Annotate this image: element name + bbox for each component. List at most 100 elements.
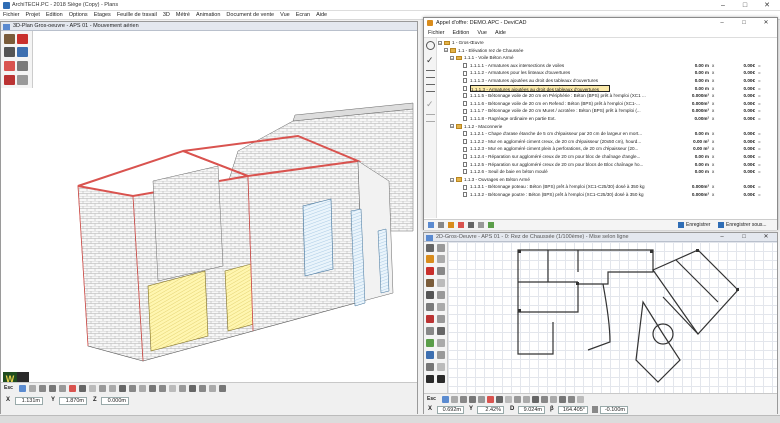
toolbar-2d-zoom-out-icon[interactable] [505, 396, 512, 403]
toolbar-top-icon[interactable] [139, 385, 146, 392]
toolbar-rotate-icon[interactable] [39, 385, 46, 392]
tree-row[interactable]: 1.1.2.5 - Réparation sur aggloméré creux… [437, 161, 777, 169]
stair-tool-icon[interactable] [426, 279, 434, 287]
nav-first-icon[interactable] [428, 222, 434, 228]
view-2d-maximize-icon[interactable]: □ [733, 233, 755, 242]
y-coordinate-field[interactable]: 1.870m [59, 397, 87, 405]
toolbar-pan-icon[interactable] [59, 385, 66, 392]
deviscad-menu-edition[interactable]: Edition [449, 29, 474, 38]
tree-row[interactable]: −1.1.1 - Voile Béton Armé [437, 54, 777, 62]
nav-next-icon[interactable] [468, 222, 474, 228]
distance-field-2d[interactable]: 9.024m [518, 406, 545, 414]
menu-metre[interactable]: Métré [173, 11, 193, 20]
deviscad-maximize-icon[interactable]: □ [733, 18, 755, 29]
text-a-tool-icon[interactable] [426, 363, 434, 371]
z-coordinate-field[interactable]: 0.000m [101, 397, 129, 405]
tree-row[interactable]: 1.1.2.6 - Seuil de baie en béton moulé 0.… [437, 168, 777, 176]
toolbar-select-icon[interactable] [19, 385, 26, 392]
refresh-icon[interactable] [426, 41, 435, 50]
text-tool-icon[interactable] [426, 327, 434, 335]
tree-row[interactable]: 1.1.2.2 - Mur en aggloméré ciment creux,… [437, 138, 777, 146]
toolbar-2d-select-icon[interactable] [442, 396, 449, 403]
menu-projet[interactable]: Projet [23, 11, 43, 20]
tree-row[interactable]: 1.1.2.4 - Réparation sur aggloméré creux… [437, 153, 777, 161]
toolbar-move-icon[interactable] [29, 385, 36, 392]
toolbar-2d-delete-icon[interactable] [487, 396, 494, 403]
menu-fichier[interactable]: Fichier [0, 11, 23, 20]
tree-row[interactable]: 1.1.2.1 - Chape d'arase étanche de 5 cm … [437, 130, 777, 138]
menu-options[interactable]: Options [66, 11, 91, 20]
deviscad-close-icon[interactable]: ✕ [755, 18, 777, 29]
label-tool-icon[interactable] [437, 327, 445, 335]
section-tool-icon[interactable] [17, 75, 28, 85]
tree-row[interactable]: 1.1.1.2 - Armatures pour les linteaux d'… [437, 69, 777, 77]
toolbar-2d-move-icon[interactable] [460, 396, 467, 403]
minimize-icon[interactable]: – [712, 0, 734, 11]
check-icon[interactable]: ✓ [426, 56, 435, 65]
toolbar-render-icon[interactable] [69, 385, 76, 392]
view-2d-plan-canvas[interactable] [448, 242, 777, 393]
tree-row[interactable]: 1.1.1.5 - Bétonnage voile de 20 cm en Pé… [437, 92, 777, 100]
tree-row[interactable]: −1.1 - Elévation rez de Chaussée [437, 47, 777, 55]
person-tool-icon[interactable] [4, 61, 15, 71]
menu-vue[interactable]: Vue [277, 11, 293, 20]
toolbar-side-icon[interactable] [129, 385, 136, 392]
menu-edition[interactable]: Edition [43, 11, 66, 20]
pointer-tool-icon[interactable] [426, 244, 434, 252]
tree-row[interactable]: −1.1.2 - Maconnerie [437, 123, 777, 131]
toolbar-2d-rotate-icon[interactable] [469, 396, 476, 403]
save-as-button[interactable]: Enregistrer sous... [726, 221, 767, 229]
furniture-tool-icon[interactable] [437, 315, 445, 323]
pencil-tool-icon[interactable] [17, 34, 28, 44]
orbit-tool-icon[interactable] [17, 61, 28, 71]
door-tool-icon[interactable] [426, 267, 434, 275]
symbol-tool-icon[interactable] [426, 315, 434, 323]
window-tool-icon[interactable] [437, 267, 445, 275]
deviscad-menu-fichier[interactable]: Fichier [424, 29, 449, 38]
column-tool-icon[interactable] [437, 279, 445, 287]
tree-row[interactable]: 1.1.1.3 - Armatures ajoutées au droit de… [437, 77, 777, 85]
nav-last-icon[interactable] [478, 222, 484, 228]
rect-tool-icon[interactable] [437, 255, 445, 263]
camera-tool-icon[interactable] [4, 47, 15, 57]
toolbar-view-icon[interactable] [109, 385, 116, 392]
toolbar-2d-settings-icon[interactable] [577, 396, 584, 403]
toolbar-print-icon[interactable] [209, 385, 216, 392]
menu-etages[interactable]: Etages [91, 11, 114, 20]
y-coordinate-field-2d[interactable]: 2.42% [477, 406, 504, 414]
dimension-tool-icon[interactable] [426, 303, 434, 311]
menu-feuille-de-travail[interactable]: Feuille de travail [114, 11, 160, 20]
toolbar-2d-grid-icon[interactable] [523, 396, 530, 403]
toolbar-settings-icon[interactable] [219, 385, 226, 392]
tree-row[interactable]: 1.1.3.2 - Bétonnage poutre : Béton (BPS)… [437, 191, 777, 199]
roof-tool-icon[interactable] [426, 291, 434, 299]
nav-delete-icon[interactable] [458, 222, 464, 228]
arrow-up-icon[interactable] [426, 375, 434, 383]
garden-tool-icon[interactable] [437, 339, 445, 347]
nav-prev-icon[interactable] [438, 222, 444, 228]
toolbar-cube-icon[interactable] [89, 385, 96, 392]
menu-ecran[interactable]: Ecran [293, 11, 313, 20]
deviscad-menu-aide[interactable]: Aide [491, 29, 510, 38]
menu-3d[interactable]: 3D [160, 11, 173, 20]
toolbar-2d-3d-icon[interactable] [559, 396, 566, 403]
toolbar-shade-icon[interactable] [169, 385, 176, 392]
view-2d-close-icon[interactable]: ✕ [755, 233, 777, 242]
angle-field-2d[interactable]: 164.405° [558, 406, 588, 414]
toolbar-2d-mirror-icon[interactable] [478, 396, 485, 403]
esc-label-2d[interactable]: Esc [427, 396, 436, 402]
measure-tool-icon[interactable] [437, 363, 445, 371]
tree-row[interactable]: 1.1.1.8 - Ragréage ordinaire en partie E… [437, 115, 777, 123]
toolbar-shadow-icon[interactable] [189, 385, 196, 392]
esc-label[interactable]: Esc [4, 385, 13, 391]
view-3d-canvas[interactable] [33, 31, 417, 383]
toolbar-light-icon[interactable] [79, 385, 86, 392]
toolbar-zoom-icon[interactable] [49, 385, 56, 392]
tree-row[interactable]: 1.1.1.1 - Armatures aux intersections de… [437, 62, 777, 70]
toolbar-2d-snap-icon[interactable] [532, 396, 539, 403]
toolbar-front-icon[interactable] [119, 385, 126, 392]
toolbar-cube2-icon[interactable] [99, 385, 106, 392]
toolbar-2d-zoom-icon[interactable] [496, 396, 503, 403]
tree-row[interactable]: −1.1.3 - Ouvrages en Béton Armé [437, 176, 777, 184]
hatch-tool-icon[interactable] [437, 303, 445, 311]
